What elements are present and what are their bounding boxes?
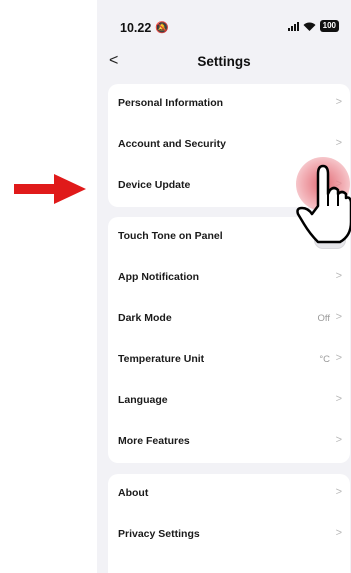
row-label: Privacy Settings: [118, 528, 200, 540]
status-bar: 10.22 🔕 100: [97, 0, 351, 44]
page-title: Settings: [197, 54, 251, 69]
row-personal-information[interactable]: Personal Information >: [108, 84, 350, 125]
temperature-unit-value: °C: [319, 354, 330, 365]
phone-screen: 10.22 🔕 100 < Settings Personal Informat…: [97, 0, 351, 573]
row-about[interactable]: About >: [108, 474, 350, 515]
row-label: Device Update: [118, 179, 191, 191]
row-language[interactable]: Language >: [108, 381, 350, 422]
row-label: Dark Mode: [118, 312, 172, 324]
row-more-features[interactable]: More Features >: [108, 422, 350, 463]
status-time: 10.22: [120, 21, 152, 35]
nav-bar: < Settings: [97, 50, 351, 74]
row-label: About: [118, 487, 149, 499]
chevron-right-icon: >: [335, 434, 342, 446]
chevron-right-icon: >: [335, 137, 342, 149]
row-label: Personal Information: [118, 97, 224, 109]
chevron-right-icon: >: [335, 311, 342, 323]
row-label: Touch Tone on Panel: [118, 230, 223, 242]
row-dark-mode[interactable]: Dark Mode Off >: [108, 299, 350, 340]
row-label: More Features: [118, 435, 190, 447]
chevron-right-icon: >: [335, 486, 342, 498]
chevron-right-icon: >: [335, 352, 342, 364]
bell-muted-icon: 🔕: [155, 22, 169, 34]
pointing-hand-icon: [296, 164, 351, 244]
chevron-right-icon: >: [335, 527, 342, 539]
settings-group-about: About > Privacy Settings >: [108, 474, 350, 573]
row-label: App Notification: [118, 271, 200, 283]
red-arrow-icon: [14, 174, 86, 204]
settings-group-preferences: Touch Tone on Panel App Notification > D…: [108, 217, 350, 463]
row-privacy-settings[interactable]: Privacy Settings >: [108, 515, 350, 556]
battery-icon: 100: [319, 20, 339, 32]
row-label: Account and Security: [118, 138, 226, 150]
chevron-right-icon: >: [335, 96, 342, 108]
row-temperature-unit[interactable]: Temperature Unit °C >: [108, 340, 350, 381]
dark-mode-value: Off: [317, 313, 331, 324]
chevron-right-icon: >: [335, 270, 342, 282]
signal-icon: [287, 21, 299, 31]
chevron-right-icon: >: [335, 393, 342, 405]
row-label: Temperature Unit: [118, 353, 205, 365]
wifi-icon: [303, 22, 316, 31]
row-label: Language: [118, 394, 168, 406]
row-app-notification[interactable]: App Notification >: [108, 258, 350, 299]
